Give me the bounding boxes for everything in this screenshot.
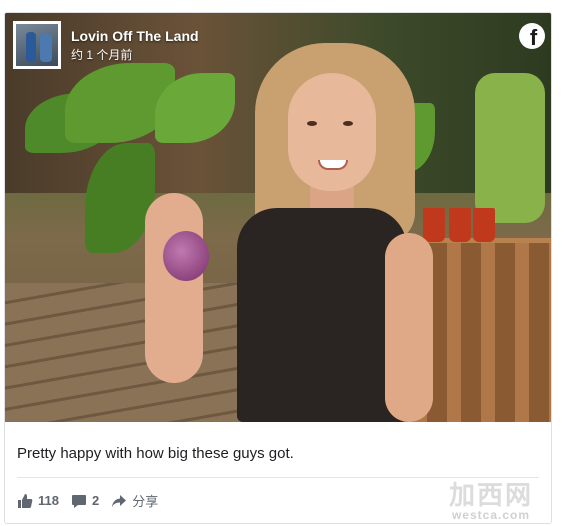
photo-person-arm [385,233,433,422]
post-timestamp[interactable]: 约 1 个月前 [71,46,199,63]
facebook-icon[interactable]: f [519,23,545,49]
like-count: 118 [38,493,59,508]
photo-person-arm [145,193,203,383]
like-button[interactable]: 118 [17,493,59,509]
photo-person-eye [307,121,317,126]
post-actions: 118 2 分享 [17,491,158,510]
page-name-link[interactable]: Lovin Off The Land [71,28,199,44]
photo-person-face [288,73,376,191]
photo-pot [423,208,445,242]
watermark-en: westca.com [451,508,531,522]
photo-pot [449,208,471,242]
photo-person-top [237,208,407,422]
photo-person-eye [343,121,353,126]
comment-icon [71,494,86,508]
comment-count: 2 [91,493,100,508]
page-avatar[interactable] [13,21,61,69]
post-caption: Pretty happy with how big these guys got… [17,445,294,462]
share-label: 分享 [132,494,159,509]
photo-turnip [163,231,209,281]
share-button[interactable]: 分享 [111,491,158,510]
photo-deck [5,283,265,422]
page-meta: Lovin Off The Land 约 1 个月前 [71,28,199,63]
facebook-post-card: Lovin Off The Land 约 1 个月前 f Pretty happ… [4,12,552,524]
photo-pot [473,208,495,242]
watermark-cn: 加西网 [448,480,533,510]
site-watermark: 加西网 westca.com [449,475,533,522]
post-header: Lovin Off The Land 约 1 个月前 [13,21,199,69]
photo-plant [475,73,545,223]
comment-button[interactable]: 2 [71,493,99,509]
thumbs-up-icon [18,493,33,508]
photo-railing [413,243,551,422]
post-photo[interactable]: Lovin Off The Land 约 1 个月前 f [5,13,551,422]
share-icon [112,494,127,507]
